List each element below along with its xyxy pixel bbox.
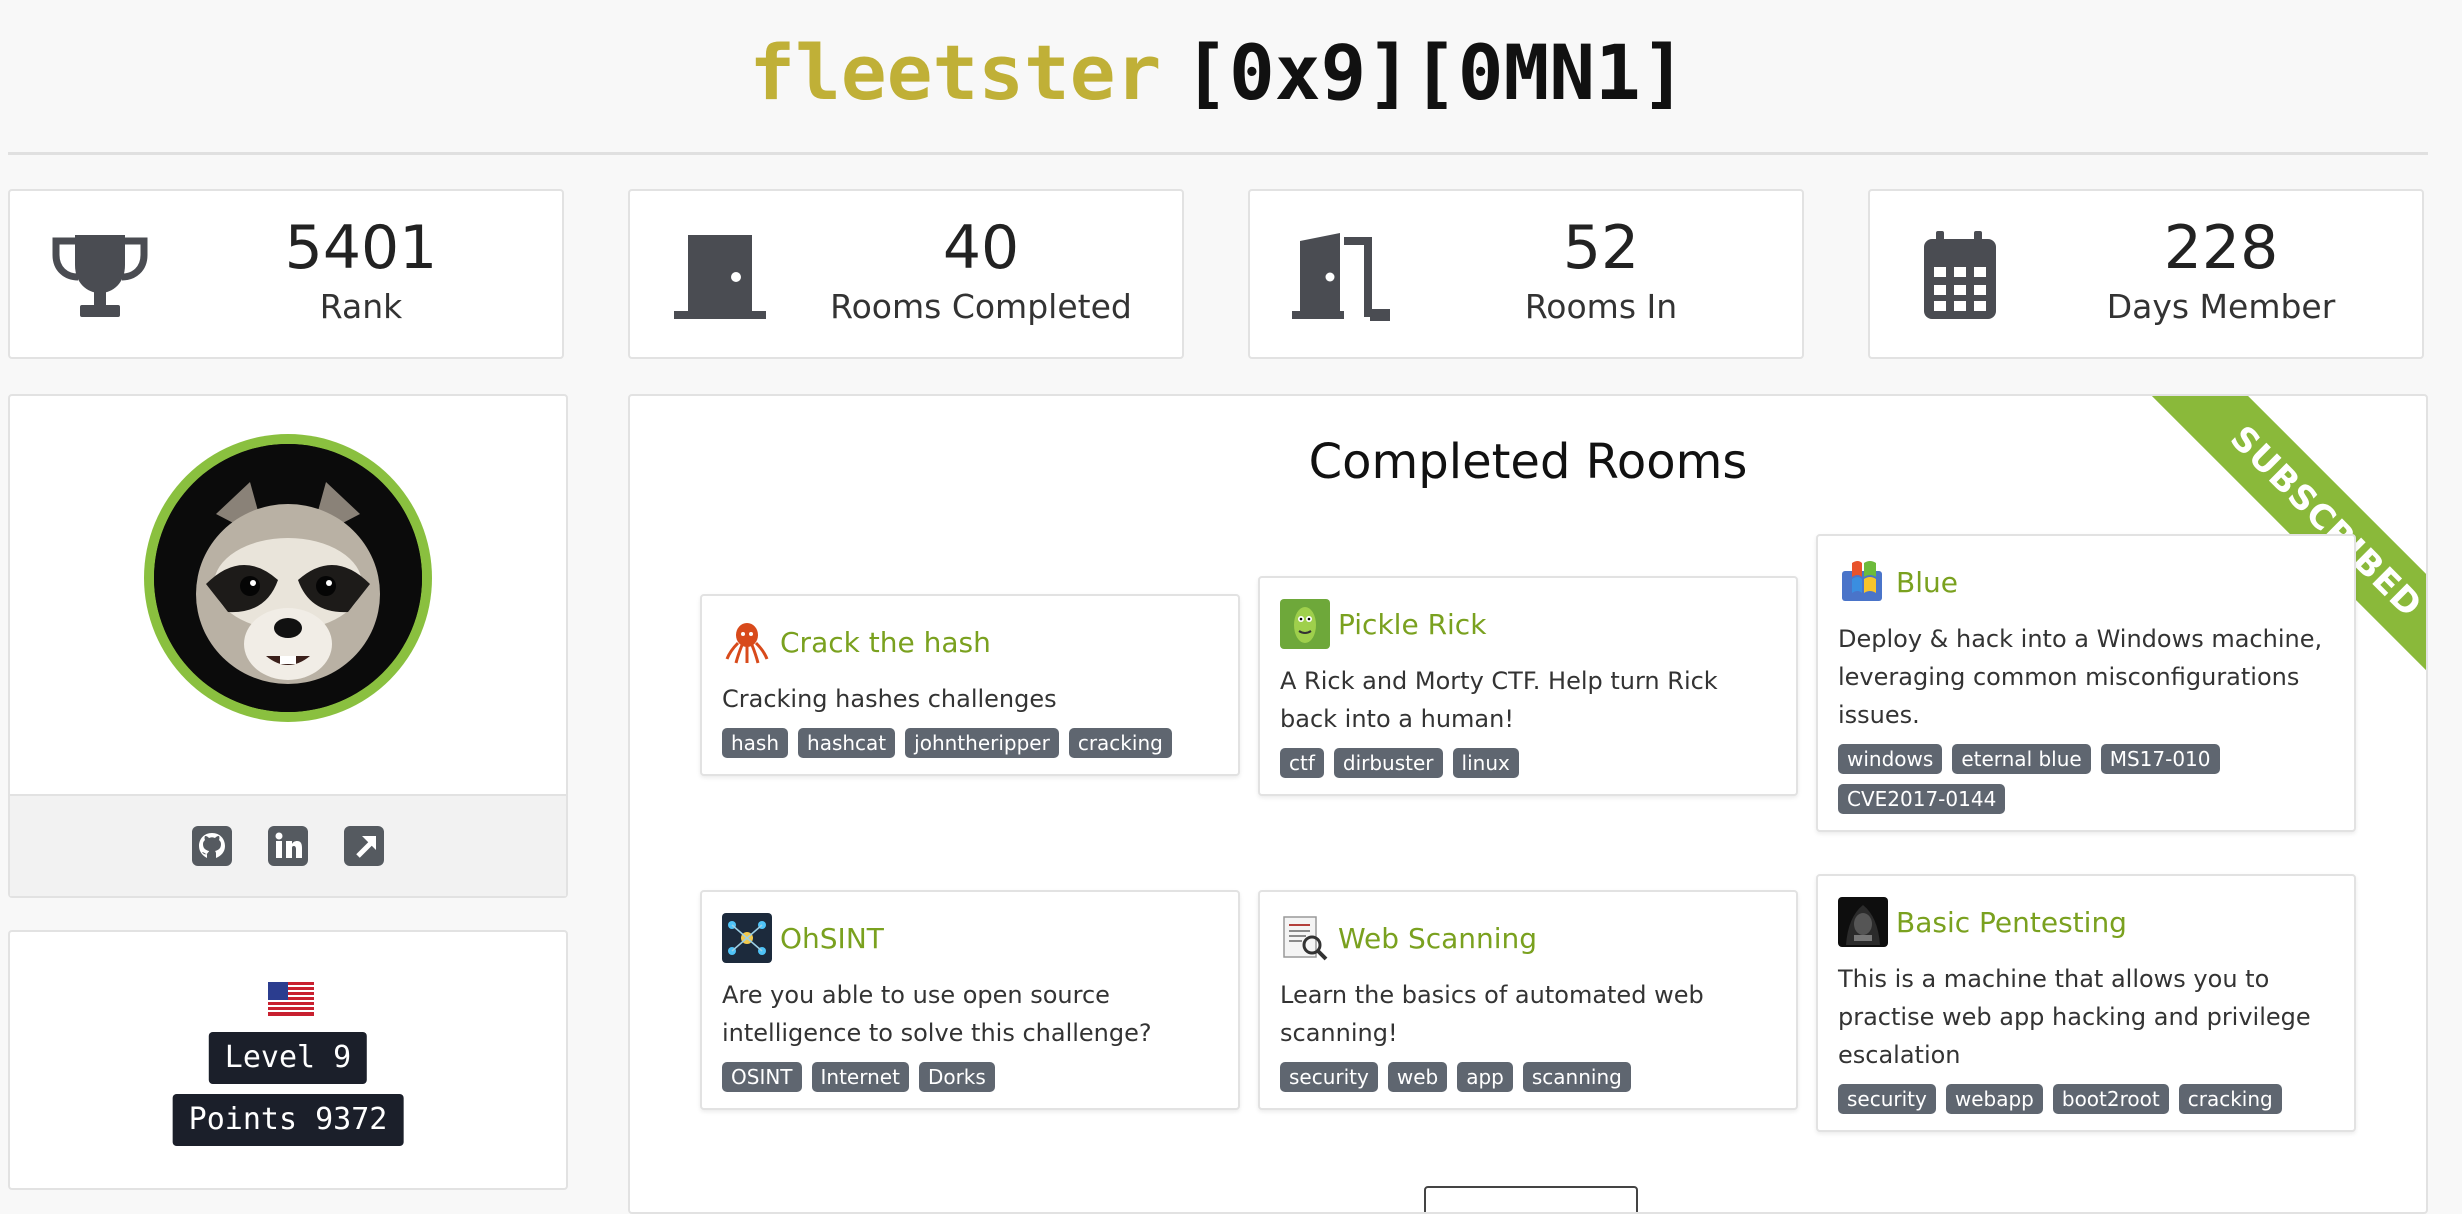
rank-value: 5401 [284,213,438,283]
network-icon [722,913,772,963]
tag: cracking [2178,1084,2282,1114]
github-icon[interactable] [192,826,232,866]
room-title[interactable]: Web Scanning [1338,922,1537,955]
tag: Dorks [918,1062,995,1092]
door-closed-icon [674,235,766,319]
calendar-icon [1924,231,1996,319]
linkedin-icon[interactable] [268,826,308,866]
days-member-value: 228 [2163,213,2279,283]
tag: app [1457,1062,1513,1092]
tag: security [1838,1084,1936,1114]
room-title[interactable]: OhSINT [780,922,884,955]
tag: CVE2017-0144 [1838,784,2006,814]
windows-logo-icon [1842,561,1882,601]
door-open-icon [1292,233,1390,321]
room-description: This is a machine that allows you to pra… [1838,965,2311,1069]
rank-label: Rank [319,287,403,326]
room-description: Are you able to use open source intellig… [722,981,1152,1047]
magnifier-document-icon [1283,916,1328,961]
tag: dirbuster [1333,748,1443,778]
tag: scanning [1522,1062,1631,1092]
room-description: Cracking hashes challenges [722,685,1057,713]
external-link-icon[interactable] [344,826,384,866]
level-badge: Level 9 [208,1032,368,1084]
rooms-in-value: 52 [1562,213,1640,283]
room-tags: windows eternal blue MS17-010 CVE2017-01… [1838,744,2334,814]
tag: web [1387,1062,1448,1092]
rooms-completed-label: Rooms Completed [830,287,1132,326]
tag: Internet [811,1062,909,1092]
stat-card-rank: 5401 Rank [8,189,564,359]
tag: hash [722,728,789,758]
room-card-web-scanning[interactable]: Web Scanning Learn the basics of automat… [1258,890,1798,1110]
room-card-ohsint[interactable]: OhSINT Are you able to use open source i… [700,890,1240,1110]
tag: MS17-010 [2100,744,2220,774]
room-card-pickle-rick[interactable]: Pickle Rick A Rick and Morty CTF. Help t… [1258,576,1798,796]
room-title[interactable]: Crack the hash [780,626,991,659]
room-card-blue[interactable]: Blue Deploy & hack into a Windows machin… [1816,534,2356,832]
page-title: fleetster [0x9][0MN1] [749,28,1686,118]
room-title[interactable]: Pickle Rick [1338,608,1486,641]
room-tags: security web app scanning [1280,1062,1776,1092]
tag: windows [1838,744,1943,774]
octopus-icon [725,623,769,664]
rooms-completed-value: 40 [942,213,1020,283]
pickle-rick-icon [1280,599,1330,649]
profile-card [8,394,568,898]
tag: johntheripper [905,728,1059,758]
tag: webapp [1945,1084,2043,1114]
room-tags: ctf dirbuster linux [1280,748,1776,778]
stat-card-rooms-completed: 40 Rooms Completed [628,189,1184,359]
tag: ctf [1280,748,1324,778]
tag: OSINT [722,1062,802,1092]
level-card: Level 9 Points 9372 [8,930,568,1190]
profile-links [10,794,566,896]
room-tags: security webapp boot2root cracking [1838,1084,2334,1114]
room-tags: OSINT Internet Dorks [722,1062,1218,1092]
room-card-crack-the-hash[interactable]: Crack the hash Cracking hashes challenge… [700,594,1240,776]
tag: eternal blue [1952,744,2091,774]
room-description: Deploy & hack into a Windows machine, le… [1838,625,2323,729]
user-tag: [0x9][0MN1] [1183,28,1687,117]
raccoon-avatar [154,444,422,712]
room-card-basic-pentesting[interactable]: Basic Pentesting This is a machine that … [1816,874,2356,1132]
username: fleetster [749,28,1162,117]
room-title[interactable]: Basic Pentesting [1896,906,2127,939]
days-member-label: Days Member [2106,287,2336,326]
room-description: Learn the basics of automated web scanni… [1280,981,1704,1047]
room-tags: hash hashcat johntheripper cracking [722,728,1218,758]
trophy-icon [52,235,148,317]
points-badge: Points 9372 [172,1094,404,1146]
show-more-button[interactable] [1424,1186,1638,1212]
us-flag-icon [268,982,314,1016]
completed-rooms-panel: Completed Rooms SUBSCRIBED Crack the has… [628,394,2428,1214]
stat-card-rooms-in: 52 Rooms In [1248,189,1804,359]
tag: hashcat [798,728,896,758]
room-title[interactable]: Blue [1896,566,1958,599]
tag: boot2root [2052,1084,2169,1114]
tag: cracking [1068,728,1172,758]
rooms-in-label: Rooms In [1524,287,1678,326]
tag: linux [1452,748,1519,778]
profile-header: fleetster [0x9][0MN1] [8,0,2428,155]
room-description: A Rick and Morty CTF. Help turn Rick bac… [1280,667,1718,733]
hooded-hacker-icon [1838,897,1888,947]
avatar [144,434,432,722]
tag: security [1280,1062,1378,1092]
stat-card-days-member: 228 Days Member [1868,189,2424,359]
